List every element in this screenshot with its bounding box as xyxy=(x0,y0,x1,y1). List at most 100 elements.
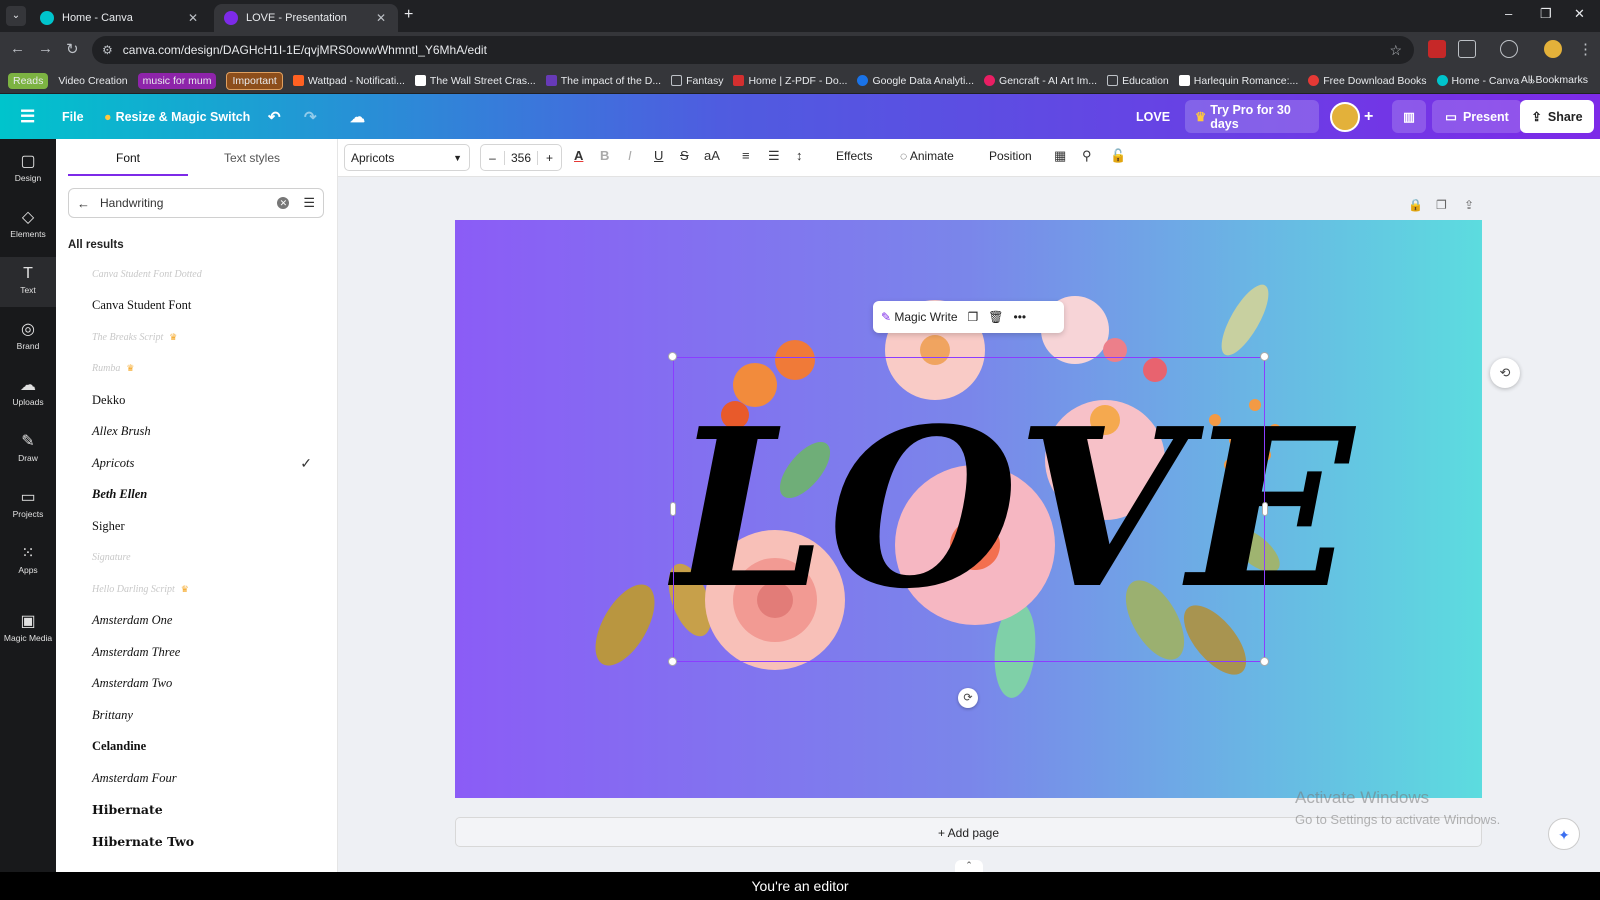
lock-icon[interactable]: 🔓 xyxy=(1110,148,1126,164)
rail-draw[interactable]: ✎ Draw xyxy=(0,425,56,475)
tab-search-icon[interactable]: ⌄ xyxy=(6,6,26,26)
font-option[interactable]: Hibernate xyxy=(92,795,312,825)
tab-font[interactable]: Font xyxy=(68,139,188,177)
effects-button[interactable]: Effects xyxy=(836,149,872,163)
list-icon[interactable]: ☰ xyxy=(768,148,780,164)
add-page-icon[interactable]: ⇪ xyxy=(1464,198,1474,212)
rail-text[interactable]: T Text xyxy=(0,257,56,307)
redo-icon[interactable]: ↷ xyxy=(304,94,317,139)
font-size-value[interactable]: 356 xyxy=(503,150,539,165)
bookmark-folder[interactable]: music for mum xyxy=(137,72,217,89)
italic-icon[interactable]: I xyxy=(628,148,632,163)
font-option[interactable]: Amsterdam Two xyxy=(92,669,312,699)
underline-icon[interactable]: U xyxy=(654,148,663,163)
magic-write-button[interactable]: ✎ Magic Write xyxy=(881,310,958,324)
letter-case-icon[interactable]: aA xyxy=(704,148,720,163)
font-option[interactable]: Rumba ♛ xyxy=(92,354,312,384)
rotate-icon[interactable]: ⟳ xyxy=(958,688,978,708)
share-button[interactable]: ⇪ Share xyxy=(1520,100,1594,133)
position-button[interactable]: Position xyxy=(989,149,1032,163)
resize-handle-tr[interactable] xyxy=(1260,352,1269,361)
bookmark-link[interactable]: Wattpad - Notificati... xyxy=(292,75,405,87)
resize-handle-right[interactable] xyxy=(1262,502,1268,516)
bookmark-link[interactable]: Home | Z-PDF - Do... xyxy=(733,75,847,87)
filter-icon[interactable]: ☰ xyxy=(303,195,315,211)
font-search-input[interactable]: ← Handwriting ✕ ☰ xyxy=(68,188,324,218)
bookmark-link[interactable]: Google Data Analyti... xyxy=(857,75,974,87)
minimize-icon[interactable]: – xyxy=(1505,6,1512,21)
close-window-icon[interactable]: ✕ xyxy=(1574,6,1585,22)
bookmark-folder[interactable]: Reads xyxy=(8,72,49,89)
spacing-icon[interactable]: ↕ xyxy=(796,148,803,163)
font-option[interactable]: Brittany xyxy=(92,700,312,730)
bookmark-link[interactable]: Gencraft - AI Art Im... xyxy=(984,75,1097,87)
font-option[interactable]: Canva Student Font xyxy=(92,291,312,321)
bookmark-link[interactable]: Harlequin Romance:... xyxy=(1178,75,1298,87)
duplicate-icon[interactable]: ❐ xyxy=(968,310,979,324)
clear-search-icon[interactable]: ✕ xyxy=(277,197,290,209)
font-size-stepper[interactable]: – 356 + xyxy=(480,144,562,171)
present-button[interactable]: ▭ Present xyxy=(1432,100,1522,133)
more-options-icon[interactable]: ••• xyxy=(1014,310,1027,324)
try-pro-button[interactable]: ♛ Try Pro for 30 days xyxy=(1185,100,1319,133)
resize-magic-switch-button[interactable]: ● Resize & Magic Switch xyxy=(104,94,250,139)
copy-style-icon[interactable]: ⚲ xyxy=(1082,148,1092,164)
rail-elements[interactable]: ◇ Elements xyxy=(0,201,56,251)
font-option[interactable]: Signature xyxy=(92,543,312,573)
bookmark-folder[interactable]: Education xyxy=(1107,75,1169,87)
bookmark-folder[interactable]: Important xyxy=(226,71,283,90)
resize-handle-br[interactable] xyxy=(1260,657,1269,666)
design-title[interactable]: LOVE xyxy=(1136,94,1170,139)
duplicate-page-icon[interactable]: ❐ xyxy=(1436,198,1447,212)
bookmark-link[interactable]: Home - Canva xyxy=(1436,75,1519,87)
font-option[interactable]: Amsterdam One xyxy=(92,606,312,636)
assistant-icon[interactable]: ✦ xyxy=(1548,818,1580,850)
align-icon[interactable]: ≡ xyxy=(742,148,750,163)
bold-icon[interactable]: B xyxy=(600,148,609,163)
rail-magic-media[interactable]: ▣ Magic Media xyxy=(0,605,56,655)
font-option[interactable]: Amsterdam Four xyxy=(92,763,312,793)
add-collaborator-icon[interactable]: + xyxy=(1364,94,1373,139)
history-icon[interactable] xyxy=(1500,40,1518,58)
file-menu[interactable]: File xyxy=(62,94,84,139)
insights-icon[interactable]: ▥ xyxy=(1392,100,1426,133)
font-option[interactable]: Sigher xyxy=(92,511,312,541)
restore-icon[interactable]: ❐ xyxy=(1540,6,1552,22)
chevron-up-icon[interactable]: ⌃ xyxy=(955,860,983,872)
back-icon[interactable]: ← xyxy=(10,40,25,57)
bookmark-folder[interactable]: Fantasy xyxy=(671,75,723,87)
font-option[interactable]: Dekko xyxy=(92,385,312,415)
browser-tab-home-canva[interactable]: Home - Canva ✕ xyxy=(30,4,210,32)
font-option[interactable]: Celandine xyxy=(92,732,312,762)
menu-icon[interactable]: ☰ xyxy=(20,94,35,139)
browser-menu-icon[interactable]: ⋮ xyxy=(1578,40,1593,58)
font-option[interactable]: Amsterdam Three xyxy=(92,637,312,667)
resize-handle-bl[interactable] xyxy=(668,657,677,666)
tab-text-styles[interactable]: Text styles xyxy=(192,139,312,177)
bookmark-link[interactable]: The impact of the D... xyxy=(545,75,661,87)
font-option[interactable]: Beth Ellen xyxy=(92,480,312,510)
browser-tab-love-presentation[interactable]: LOVE - Presentation ✕ xyxy=(214,4,398,32)
increase-size-button[interactable]: + xyxy=(538,151,561,165)
new-tab-icon[interactable]: + xyxy=(404,6,413,24)
animate-button[interactable]: ◌ Animate xyxy=(900,149,954,163)
rail-apps[interactable]: ⁙ Apps xyxy=(0,537,56,587)
bookmark-link[interactable]: The Wall Street Cras... xyxy=(414,75,536,87)
adblock-extension-icon[interactable] xyxy=(1428,40,1446,58)
undo-icon[interactable]: ↶ xyxy=(268,94,281,139)
cloud-save-icon[interactable]: ☁ xyxy=(350,94,365,139)
font-family-dropdown[interactable]: Apricots ▼ xyxy=(344,144,470,171)
bookmark-link[interactable]: Free Download Books xyxy=(1308,75,1427,87)
profile-avatar[interactable] xyxy=(1544,40,1562,58)
rail-brand[interactable]: ◎ Brand xyxy=(0,313,56,363)
close-tab-icon[interactable]: ✕ xyxy=(186,11,200,25)
forward-icon[interactable]: → xyxy=(38,40,53,57)
rail-projects[interactable]: ▭ Projects xyxy=(0,481,56,531)
lock-page-icon[interactable]: 🔒 xyxy=(1408,198,1423,212)
bookmark-star-icon[interactable]: ☆ xyxy=(1389,42,1402,59)
address-bar[interactable]: ⚙ canva.com/design/DAGHcH1I-1E/qvjMRS0ow… xyxy=(92,36,1414,64)
strikethrough-icon[interactable]: S xyxy=(680,148,689,163)
font-option[interactable]: Hello Darling Script ♛ xyxy=(92,574,312,604)
resize-handle-tl[interactable] xyxy=(668,352,677,361)
text-color-icon[interactable]: A xyxy=(574,148,583,163)
